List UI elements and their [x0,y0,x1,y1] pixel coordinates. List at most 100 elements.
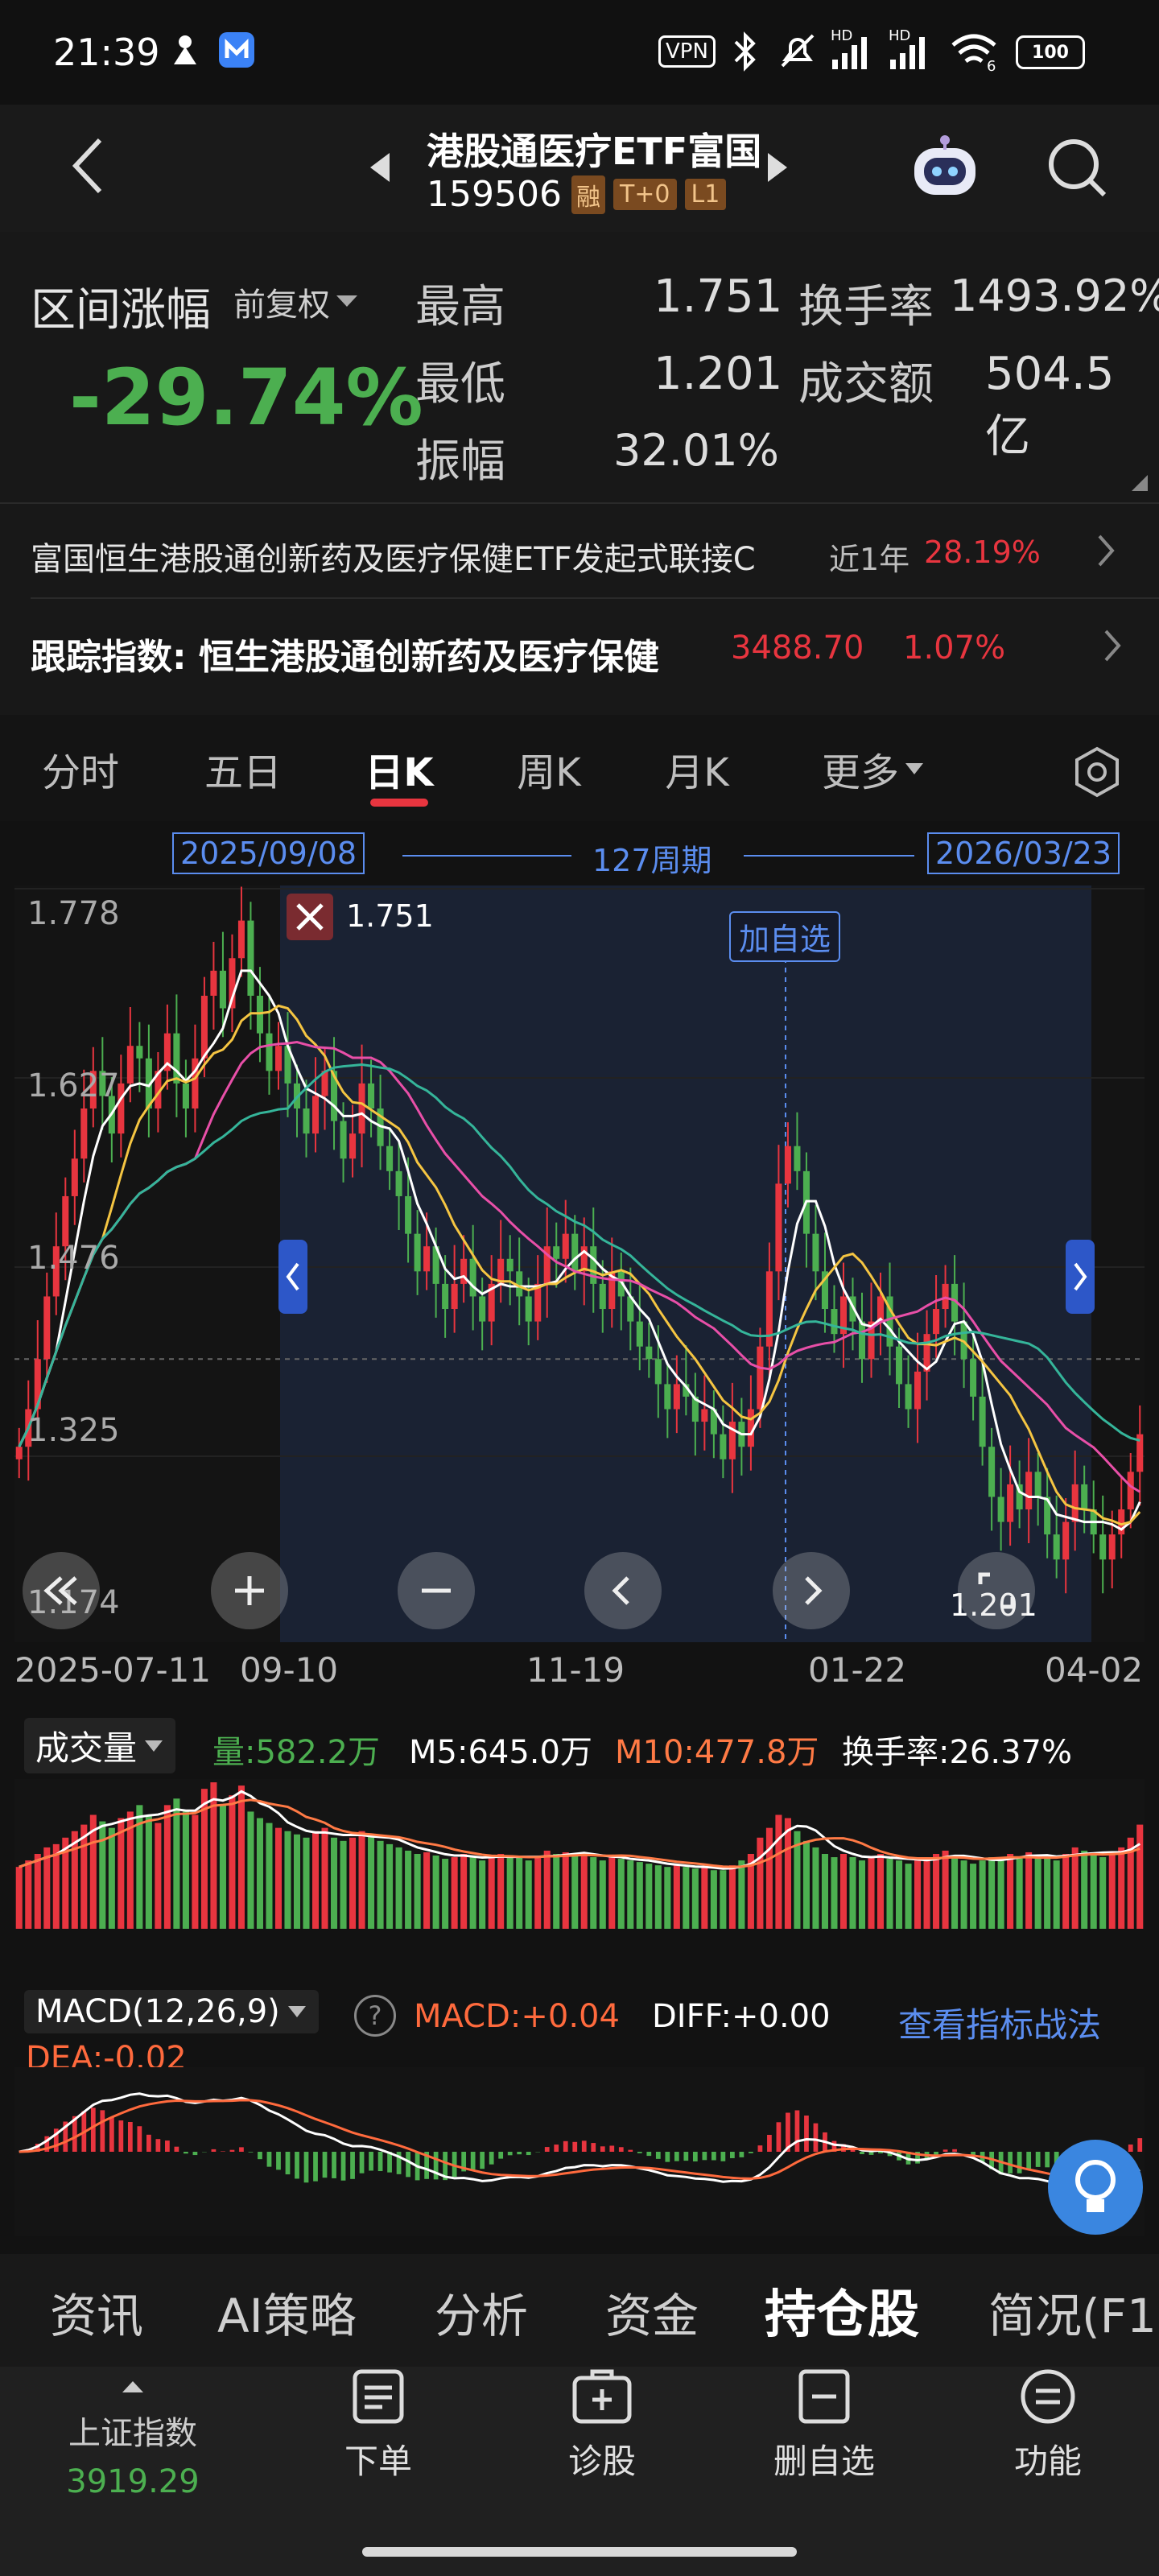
prev-stock-icon[interactable] [364,143,396,195]
volume-bar [321,1827,328,1929]
macd-value: MACD:+0.04 [414,1998,620,2035]
zoom-in-icon[interactable] [211,1552,288,1629]
volume-chart[interactable] [14,1779,1145,1929]
volume-bar [876,1854,885,1929]
rewind-icon[interactable] [23,1552,100,1629]
info-tab-profile[interactable]: 简况(F10) [988,2278,1159,2346]
info-tab-holdings[interactable]: 持仓股 [765,2273,919,2347]
tracking-index-row[interactable]: 跟踪指数: 恒生港股通创新药及医疗保健 3488.70 1.07% [0,599,1159,696]
volume-bar [942,1850,949,1929]
tab-weekly-k[interactable]: 周K [493,716,605,821]
info-tab-funds[interactable]: 资金 [605,2278,699,2346]
info-tab-analysis[interactable]: 分析 [435,2278,528,2346]
volume-bar [442,1859,449,1929]
candle [247,920,254,996]
high-label: 最高 [415,281,505,333]
right-handle-icon[interactable] [1066,1240,1095,1314]
candle [757,1346,764,1410]
ai-robot-icon[interactable] [906,129,984,209]
range-change-value: -29.74% [69,353,423,443]
caret-up-icon [122,2381,143,2392]
functions-button[interactable]: 功能 [975,2367,1120,2496]
tab-daily-k[interactable]: 日K [343,716,456,821]
volume-bar [479,1860,486,1929]
fullscreen-icon[interactable] [958,1552,1035,1629]
mute-icon [777,31,818,74]
candle [970,1359,977,1397]
candle [442,1283,449,1310]
tracking-index-change: 1.07% [903,630,1006,667]
macd-selector[interactable]: MACD(12,26,9) [24,1990,319,2033]
volume-m10: M10:477.8万 [615,1734,819,1771]
close-selection-icon[interactable] [287,894,333,940]
index-toggle[interactable]: 上证指数 3919.29 [32,2375,233,2512]
tab-monthly-k[interactable]: 月K [641,716,753,821]
range-line-left [402,855,571,857]
diagnose-button[interactable]: 诊股 [530,2367,674,2496]
adjust-selector[interactable]: 前复权 [233,279,359,325]
pan-right-icon[interactable] [773,1552,850,1629]
add-watch-tag[interactable]: 加自选 [729,911,841,962]
kline-chart[interactable] [14,886,1145,1642]
candle [266,1033,273,1071]
volume-bar [636,1862,643,1929]
help-icon[interactable]: ? [354,1995,396,2037]
info-tab-ai-strategy[interactable]: AI策略 [217,2278,357,2346]
stock-code: 159506 [427,174,562,215]
tab-intraday[interactable]: 分时 [24,716,137,821]
linked-fund-return: 28.19% [924,535,1041,570]
range-end-date[interactable]: 2026/03/23 [927,832,1120,874]
back-icon[interactable] [64,134,113,201]
volume-bar [395,1847,402,1929]
volume-bar [368,1834,375,1929]
next-stock-icon[interactable] [761,143,794,195]
menu-icon [1021,2369,1075,2424]
macd-chart[interactable] [14,2067,1145,2236]
volume-selector-label: 成交量 [35,1728,138,1768]
y-label-3: 1.476 [27,1240,120,1277]
chevron-right-icon-2 [1103,626,1122,668]
index-name: 上证指数 [68,2415,197,2452]
order-button[interactable]: 下单 [306,2367,451,2496]
volume-bar [886,1859,893,1929]
volume-bar [145,1814,152,1929]
search-icon[interactable] [1043,134,1111,204]
info-tab-news[interactable]: 资讯 [50,2278,143,2346]
range-start-date[interactable]: 2025/09/08 [172,832,365,874]
volume-bar [914,1860,922,1929]
volume-value: 量:582.2万 [212,1734,380,1771]
volume-selector[interactable]: 成交量 [24,1718,176,1773]
candle [340,1121,347,1159]
status-bar: 21:39 VPN HD HD 6 100 [0,0,1159,105]
candle [1025,1472,1033,1510]
expand-corner-icon[interactable] [1130,473,1149,496]
tab-more[interactable]: 更多 [805,716,942,821]
volume-bar [525,1860,532,1929]
tab-five-day[interactable]: 五日 [187,716,299,821]
y-label-2: 1.627 [27,1067,120,1104]
macd-strategy-link[interactable]: 查看指标战法 [898,1998,1101,2047]
volume-bar [71,1831,78,1929]
home-indicator[interactable] [362,2547,797,2557]
candle [71,1158,78,1196]
volume-bar [469,1857,476,1929]
zoom-out-icon[interactable] [398,1552,475,1629]
pan-left-icon[interactable] [584,1552,662,1629]
low-value: 1.201 [654,348,783,400]
volume-bar [1007,1854,1014,1929]
volume-bar [1118,1847,1125,1929]
candle [1127,1472,1134,1510]
volume-bar [358,1831,365,1929]
volume-bar [460,1854,468,1929]
candle [479,1296,486,1322]
settings-icon[interactable] [1070,745,1124,802]
candle [80,1108,88,1159]
linked-fund-row[interactable]: 富国恒生港股通创新药及医疗保健ETF发起式联接C 近1年 28.19% [0,504,1159,597]
candle [136,1046,143,1059]
lightbulb-icon[interactable] [1048,2140,1143,2235]
candle [358,1083,365,1134]
remove-watch-button[interactable]: 删自选 [752,2367,897,2496]
left-handle-icon[interactable] [278,1240,307,1314]
volume-bar [386,1843,394,1929]
volume-bar [765,1827,773,1929]
